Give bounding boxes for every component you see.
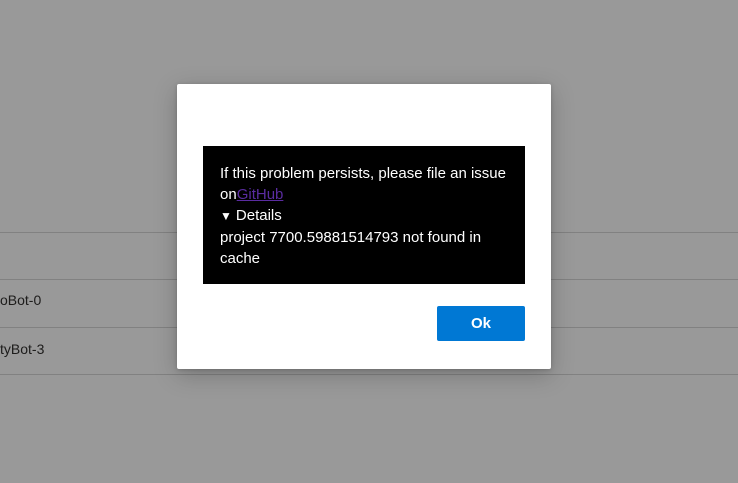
github-link[interactable]: GitHub	[237, 186, 284, 203]
triangle-down-icon: ▼	[220, 209, 232, 223]
details-text: project 7700.59881514793 not found in ca…	[220, 229, 482, 267]
details-toggle[interactable]: ▼ Details	[220, 205, 511, 227]
page: oBot-0 tyBot-3 If this problem persists,…	[0, 0, 738, 483]
error-message-box: If this problem persists, please file an…	[203, 146, 525, 284]
error-dialog: If this problem persists, please file an…	[177, 84, 551, 369]
details-label: Details	[235, 207, 282, 224]
ok-button[interactable]: Ok	[437, 306, 525, 341]
